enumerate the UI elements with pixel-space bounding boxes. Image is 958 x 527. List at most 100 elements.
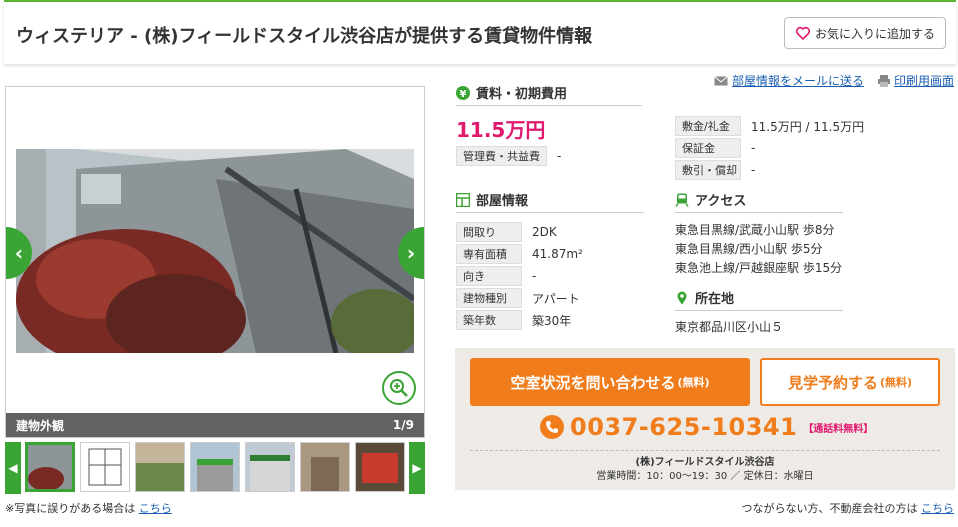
zoom-in-icon	[390, 379, 408, 397]
shikibiki-label: 敷引・償却	[675, 160, 741, 180]
phone-contact[interactable]: 0037-625-10341 【通話料無料】	[540, 413, 873, 441]
svg-text:¥: ¥	[460, 89, 467, 100]
chevron-left-icon: ◀	[8, 461, 18, 475]
room-row: 間取り 2DK	[456, 222, 557, 242]
business-hours: 営業時間：10：00〜19：30 ／ 定休日：水曜日	[596, 471, 814, 482]
mgmt-fee-label: 管理費・共益費	[456, 146, 547, 166]
thumbnail[interactable]	[245, 442, 295, 492]
chevron-right-icon: ▶	[412, 461, 422, 475]
room-row-value: アパート	[532, 291, 580, 306]
thumbnail[interactable]	[190, 442, 240, 492]
utility-links: 部屋情報をメールに送る 印刷用画面	[714, 72, 954, 89]
deposit-label: 敷金/礼金	[675, 116, 741, 136]
main-photo[interactable]	[16, 149, 414, 353]
room-row-label: 専有面積	[456, 244, 522, 264]
photo-error-link[interactable]: こちら	[139, 502, 172, 515]
guarantee-row: 保証金 -	[675, 138, 755, 158]
guarantee-value: -	[751, 141, 756, 155]
access-line: 東急目黒線/西小山駅 歩5分	[675, 242, 823, 256]
location-heading: 所在地	[675, 288, 843, 311]
add-favorite-label: お気に入りに追加する	[814, 26, 935, 41]
photo-gallery: ‹ › 建物外観 1/9	[5, 86, 425, 438]
room-heading-label: 部屋情報	[476, 194, 529, 209]
visit-reservation-button[interactable]: 見学予約する (無料)	[760, 358, 940, 406]
access-heading-label: アクセス	[695, 194, 747, 209]
company-name: (株)フィールドスタイル渋谷店	[635, 457, 775, 468]
phone-number: 0037-625-10341	[570, 413, 798, 441]
thumbnail[interactable]	[25, 442, 75, 492]
email-link-label: 部屋情報をメールに送る	[731, 74, 864, 88]
chevron-left-icon: ‹	[14, 241, 24, 265]
thumbs-next-button[interactable]: ▶	[409, 442, 425, 494]
print-link-label: 印刷用画面	[893, 74, 954, 88]
access-line: 東急目黒線/武蔵小山駅 歩8分	[675, 223, 835, 237]
mail-icon	[714, 75, 728, 85]
contact-note-text: つながらない方、不動産会社の方は	[741, 502, 918, 515]
deposit-value: 11.5万円 / 11.5万円	[751, 119, 865, 134]
access-heading: アクセス	[675, 190, 843, 213]
photo-caption-bar: 建物外観 1/9	[6, 413, 424, 437]
room-row-label: 築年数	[456, 310, 522, 330]
room-row-label: 向き	[456, 266, 522, 286]
thumbs-prev-button[interactable]: ◀	[5, 442, 21, 494]
contact-note-link[interactable]: こちら	[921, 502, 954, 515]
phone-icon	[540, 415, 564, 439]
photo-counter: 1/9	[392, 418, 414, 432]
floorplan-icon	[456, 192, 470, 207]
room-row: 建物種別 アパート	[456, 288, 580, 308]
inquire-label: 空室状況を問い合わせる	[510, 373, 676, 392]
room-row-value: 2DK	[532, 225, 557, 239]
room-row: 向き -	[456, 266, 536, 286]
room-heading: 部屋情報	[456, 190, 644, 213]
mgmt-fee-value: -	[557, 149, 562, 163]
rent-heading: ¥ 賃料・初期費用	[456, 83, 642, 106]
rent-amount: 11.5万円	[456, 118, 546, 142]
guarantee-label: 保証金	[675, 138, 741, 158]
thumbnail-strip: ◀ ▶	[5, 442, 425, 494]
shikibiki-value: -	[751, 163, 756, 177]
page-title: ウィステリア - (株)フィールドスタイル渋谷店が提供する賃貸物件情報	[16, 26, 593, 47]
address: 東京都品川区小山５	[675, 320, 784, 334]
rent-heading-label: 賃料・初期費用	[476, 87, 568, 102]
divider	[470, 450, 940, 451]
print-link[interactable]: 印刷用画面	[877, 72, 954, 89]
visit-label: 見学予約する	[787, 373, 878, 392]
visit-free-label: (無料)	[879, 376, 913, 389]
thumbnail[interactable]	[355, 442, 405, 492]
printer-icon	[877, 74, 890, 87]
thumbnail[interactable]	[80, 442, 130, 492]
chevron-right-icon: ›	[406, 241, 416, 265]
thumbnail-list	[25, 442, 405, 494]
room-row-value: 41.87m²	[532, 247, 583, 261]
room-row-label: 間取り	[456, 222, 522, 242]
inquire-availability-button[interactable]: 空室状況を問い合わせる (無料)	[470, 358, 750, 406]
shikibiki-row: 敷引・償却 -	[675, 160, 755, 180]
heart-icon	[795, 26, 811, 41]
train-icon	[675, 193, 689, 207]
deposit-row: 敷金/礼金 11.5万円 / 11.5万円	[675, 116, 864, 136]
room-row: 専有面積 41.87m²	[456, 244, 583, 264]
contact-note: つながらない方、不動産会社の方は こちら	[742, 500, 955, 516]
thumbnail[interactable]	[300, 442, 350, 492]
photo-error-note-text: ※写真に誤りがある場合は	[5, 502, 136, 515]
room-row-label: 建物種別	[456, 288, 522, 308]
page-header: ウィステリア - (株)フィールドスタイル渋谷店が提供する賃貸物件情報 お気に入…	[4, 0, 956, 64]
photo-caption: 建物外観	[16, 418, 65, 433]
access-line: 東急池上線/戸越銀座駅 歩15分	[675, 261, 843, 275]
room-row: 築年数 築30年	[456, 310, 571, 330]
room-row-value: -	[532, 269, 537, 283]
map-pin-icon	[677, 291, 687, 304]
photo-error-note: ※写真に誤りがある場合は こちら	[5, 500, 172, 516]
thumbnail[interactable]	[135, 442, 185, 492]
mgmt-fee-row: 管理費・共益費 -	[456, 146, 561, 166]
yen-icon: ¥	[456, 85, 470, 100]
email-link[interactable]: 部屋情報をメールに送る	[714, 72, 864, 89]
contact-box: 空室状況を問い合わせる (無料) 見学予約する (無料) 0037-625-1034…	[455, 348, 955, 490]
location-heading-label: 所在地	[695, 292, 735, 307]
company-info: (株)フィールドスタイル渋谷店 営業時間：10：00〜19：30 ／ 定休日：水…	[455, 456, 955, 484]
add-favorite-button[interactable]: お気に入りに追加する	[784, 17, 946, 49]
room-row-value: 築30年	[532, 313, 572, 328]
toll-free-badge: 【通話料無料】	[803, 423, 874, 435]
inquire-free-label: (無料)	[677, 376, 710, 389]
zoom-button[interactable]	[382, 371, 416, 405]
